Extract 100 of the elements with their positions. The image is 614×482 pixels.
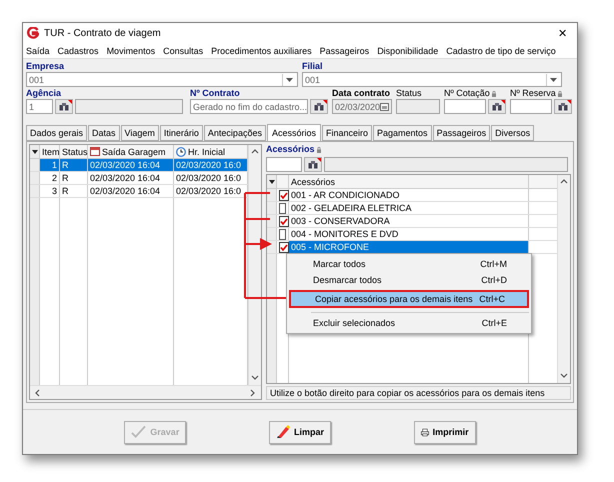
binoculars-icon xyxy=(558,102,568,111)
action-button[interactable]: Limpar xyxy=(268,420,331,444)
chevron-right-icon[interactable] xyxy=(249,388,257,396)
lock-icon xyxy=(492,90,496,96)
table-cell: 002 - GELADEIRA ELETRICA xyxy=(289,202,529,214)
lock-icon xyxy=(558,90,562,96)
table-cell: 02/03/2020 16:04 xyxy=(88,172,174,184)
menu-item[interactable]: Copiar acessórios para os demais itens Ctrl+C xyxy=(289,290,529,308)
flag-icon xyxy=(501,100,505,104)
tab[interactable]: Diversos xyxy=(491,125,534,141)
close-button[interactable]: ✕ xyxy=(552,26,573,40)
check-icon xyxy=(280,244,288,250)
table-cell: 005 - MICROFONE xyxy=(289,241,529,253)
tab[interactable]: Financeiro xyxy=(322,125,372,141)
menu-item[interactable]: Cadastro de tipo de serviço xyxy=(446,46,556,56)
tab[interactable]: Datas xyxy=(88,125,120,141)
field-label: Empresa xyxy=(26,61,66,72)
menu-item[interactable]: Desmarcar todos Ctrl+D xyxy=(289,272,529,288)
eraser-pencil-icon xyxy=(276,425,290,439)
flag-icon xyxy=(567,100,571,104)
accessory-code-field[interactable] xyxy=(266,157,302,172)
scrollbar[interactable] xyxy=(30,385,261,399)
sort-arrow-icon[interactable] xyxy=(268,180,274,184)
action-button[interactable]: Imprimir xyxy=(414,420,476,444)
check-icon xyxy=(280,192,288,198)
quote-number-field[interactable] xyxy=(444,99,486,114)
table-row[interactable]: 003 - CONSERVADORA xyxy=(267,215,557,228)
binoculars-icon xyxy=(308,160,318,169)
field-label: Data contrato xyxy=(332,88,392,99)
tab[interactable]: Acessórios xyxy=(266,124,321,141)
tab[interactable]: Viagem xyxy=(120,125,159,141)
binoculars-icon xyxy=(492,102,502,111)
checkbox[interactable] xyxy=(279,228,286,240)
chevron-left-icon[interactable] xyxy=(34,388,42,396)
contract-field[interactable]: Gerado no fim do cadastro... xyxy=(190,99,308,114)
table-row[interactable]: 002 - GELADEIRA ELETRICA xyxy=(267,202,557,215)
menu-item[interactable]: Consultas xyxy=(163,46,204,56)
checkbox[interactable] xyxy=(279,242,289,252)
search-button[interactable] xyxy=(554,99,572,114)
search-button[interactable] xyxy=(304,157,322,172)
checkbox[interactable] xyxy=(279,190,289,200)
checkbox[interactable] xyxy=(279,216,289,226)
branch-dropdown[interactable]: 001 xyxy=(302,72,562,87)
search-button[interactable] xyxy=(310,99,328,114)
chevron-up-icon[interactable] xyxy=(560,178,568,186)
contract-date-field[interactable]: 02/03/2020 xyxy=(332,99,392,114)
binoculars-icon xyxy=(314,102,324,111)
table-cell: 1 xyxy=(40,159,60,171)
field-label: Acessórios xyxy=(266,144,315,155)
menu-item[interactable]: Saída xyxy=(26,46,50,56)
tab[interactable]: Antecipações xyxy=(204,125,266,141)
chevron-down-icon[interactable] xyxy=(560,372,568,380)
sort-arrow-icon[interactable] xyxy=(32,150,38,154)
menu-item[interactable]: Cadastros xyxy=(58,46,99,56)
dropdown-icon xyxy=(286,78,292,82)
menu-item[interactable]: Passageiros xyxy=(320,46,370,56)
table-row[interactable]: 2 R 02/03/2020 16:04 02/03/2020 16:0 xyxy=(30,172,248,185)
scrollbar[interactable] xyxy=(557,175,570,383)
column-header[interactable]: Status xyxy=(60,145,88,158)
lock-icon xyxy=(316,146,321,152)
checkbox[interactable] xyxy=(279,202,286,214)
chevron-up-icon[interactable] xyxy=(251,148,259,156)
chevron-down-icon[interactable] xyxy=(251,374,259,382)
table-cell: 02/03/2020 16:04 xyxy=(88,159,174,171)
table-cell: R xyxy=(60,172,88,184)
check-icon xyxy=(280,218,288,224)
binoculars-icon xyxy=(59,102,69,111)
column-header[interactable]: Saída Garagem xyxy=(88,145,174,158)
scrollbar[interactable] xyxy=(248,145,261,385)
table-row[interactable]: 3 R 02/03/2020 16:04 02/03/2020 16:0 xyxy=(30,185,248,198)
table-row[interactable]: 004 - MONITORES E DVD xyxy=(267,228,557,241)
tab[interactable]: Itinerário xyxy=(160,125,203,141)
dropdown-icon xyxy=(550,78,556,82)
status-field xyxy=(396,99,440,114)
table-cell: 004 - MONITORES E DVD xyxy=(289,228,529,240)
table-row[interactable]: 005 - MICROFONE xyxy=(267,241,557,254)
search-button[interactable] xyxy=(55,99,73,114)
field-label: Nº Reserva xyxy=(510,88,556,99)
menu-item[interactable]: Movimentos xyxy=(106,46,156,56)
menu-item[interactable]: Excluir selecionados Ctrl+E xyxy=(289,315,529,331)
flag-icon xyxy=(323,100,327,104)
menu-item[interactable]: Procedimentos auxiliares xyxy=(211,46,312,56)
tab[interactable]: Pagamentos xyxy=(373,125,432,141)
table-row[interactable]: 001 - AR CONDICIONADO xyxy=(267,189,557,202)
tab[interactable]: Dados gerais xyxy=(26,125,88,141)
table-cell: R xyxy=(60,159,88,171)
table-row[interactable]: 1 R 02/03/2020 16:04 02/03/2020 16:0 xyxy=(30,159,248,172)
table-cell: R xyxy=(60,185,88,197)
table-cell: 001 - AR CONDICIONADO xyxy=(289,189,529,201)
reservation-number-field[interactable] xyxy=(510,99,552,114)
agency-field[interactable]: 1 xyxy=(26,99,53,114)
app-logo-icon xyxy=(27,27,39,39)
company-dropdown[interactable]: 001 xyxy=(26,72,298,87)
tab[interactable]: Passageiros xyxy=(432,125,490,141)
menu-item[interactable]: Marcar todos Ctrl+M xyxy=(289,256,529,272)
search-button[interactable] xyxy=(488,99,506,114)
table-cell: 02/03/2020 16:04 xyxy=(88,185,174,197)
menu-item[interactable]: Disponibilidade xyxy=(377,46,438,56)
field-label: Nº Cotação xyxy=(444,88,490,99)
column-header[interactable]: Item xyxy=(40,145,60,158)
